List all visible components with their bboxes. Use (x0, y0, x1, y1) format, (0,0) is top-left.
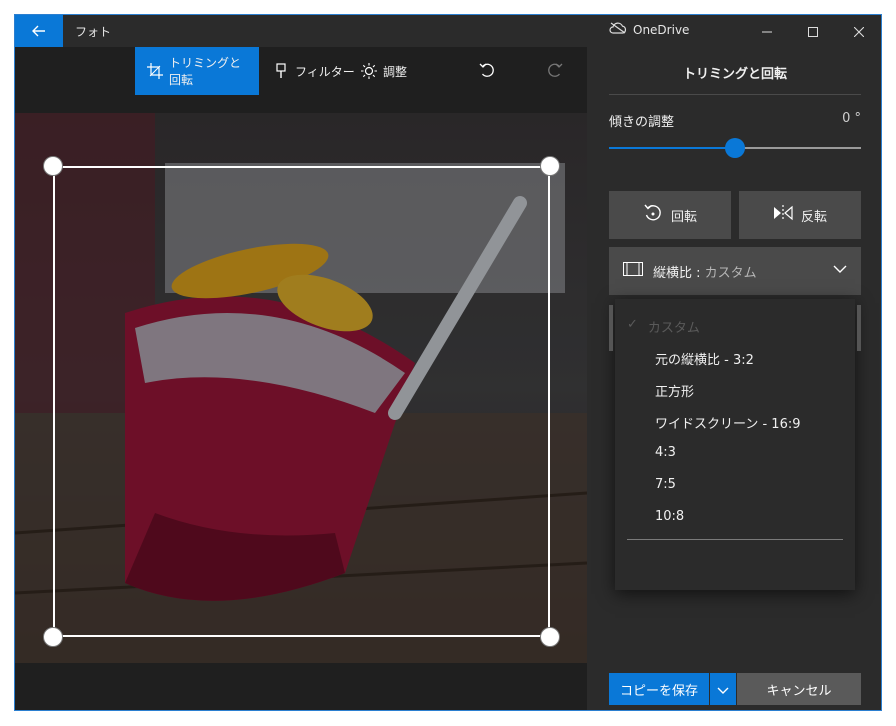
menu-item-square[interactable]: 正方形 (655, 381, 694, 400)
tab-adjust[interactable]: 調整 (349, 47, 419, 95)
menu-item-10-8[interactable]: 10:8 (655, 509, 684, 524)
menu-item-original[interactable]: 元の縦横比 - 3:2 (655, 349, 754, 368)
menu-edge-right (857, 305, 861, 351)
rotate-icon (643, 203, 663, 227)
redo-button[interactable] (535, 47, 575, 95)
menu-separator (627, 539, 843, 540)
edit-toolbar: トリミングと回転 フィルター 調整 (15, 47, 587, 95)
rotate-label: 回転 (670, 209, 697, 225)
flip-label: 反転 (800, 209, 827, 225)
aspect-ratio-value: カスタム (704, 265, 757, 281)
minimize-icon (762, 22, 772, 41)
crop-handle-bottom-left[interactable] (43, 627, 63, 647)
editor-area: トリミングと回転 フィルター 調整 (15, 47, 587, 710)
save-options-button[interactable] (710, 673, 736, 705)
tilt-label: 傾きの調整 (609, 115, 675, 130)
menu-edge-left (609, 305, 613, 351)
undo-icon (479, 63, 495, 79)
close-button[interactable] (836, 15, 881, 47)
back-arrow-icon (32, 22, 46, 41)
app-title: フォト (75, 25, 112, 39)
aspect-ratio-label: 縦横比 : (653, 265, 701, 281)
close-icon (853, 22, 865, 41)
tab-adjust-label: 調整 (383, 64, 408, 79)
menu-item-widescreen[interactable]: ワイドスクリーン - 16:9 (655, 413, 801, 432)
aspect-ratio-dropdown[interactable]: 縦横比 : カスタム (609, 247, 861, 485)
tab-filter-label: フィルター (295, 64, 355, 79)
photos-window: フォト OneDrive トリミングと回転 フィルター 調整 トリミングと回転 … (14, 14, 882, 711)
photo-canvas[interactable] (15, 113, 587, 663)
tab-crop-label: トリミングと回転 (169, 56, 242, 87)
aspect-ratio-menu: ✓ カスタム 元の縦横比 - 3:2 正方形 ワイドスクリーン - 16:9 4… (609, 299, 861, 590)
flip-button[interactable]: 反転 (739, 191, 861, 239)
panel-divider (609, 94, 861, 95)
maximize-icon (808, 22, 818, 41)
brush-icon (273, 63, 289, 79)
crop-frame[interactable] (53, 166, 550, 637)
flip-icon (773, 205, 793, 225)
onedrive-label: OneDrive (633, 22, 690, 37)
menu-item-custom-label: カスタム (647, 321, 700, 336)
tilt-slider-thumb[interactable] (725, 138, 745, 158)
crop-handle-top-right[interactable] (540, 156, 560, 176)
crop-handle-top-left[interactable] (43, 156, 63, 176)
redo-icon (547, 63, 563, 79)
menu-item-4-3[interactable]: 4:3 (655, 445, 676, 460)
maximize-button[interactable] (790, 15, 836, 47)
cloud-icon (609, 22, 627, 37)
tilt-value: 0 ° (842, 111, 861, 126)
aspect-ratio-icon (623, 262, 643, 280)
check-icon: ✓ (627, 317, 638, 332)
tilt-slider-fill (609, 147, 735, 149)
title-bar: フォト OneDrive (15, 15, 881, 47)
minimize-button[interactable] (744, 15, 790, 47)
crop-handle-bottom-right[interactable] (540, 627, 560, 647)
save-copy-button[interactable]: コピーを保存 (609, 673, 709, 705)
cancel-button[interactable]: キャンセル (737, 673, 861, 705)
brightness-icon (361, 63, 377, 79)
onedrive-status[interactable]: OneDrive (609, 22, 689, 37)
crop-icon (147, 63, 163, 79)
rotate-button[interactable]: 回転 (609, 191, 731, 239)
back-button[interactable] (15, 15, 63, 47)
chevron-down-icon (833, 263, 847, 278)
panel-title: トリミングと回転 (682, 67, 787, 82)
tilt-slider[interactable] (609, 138, 861, 158)
crop-rotate-panel: トリミングと回転 傾きの調整 0 ° 回転 反転 縦横比 : カスタム ✓ カス… (587, 47, 881, 710)
menu-item-custom[interactable]: ✓ カスタム (627, 317, 700, 336)
undo-button[interactable] (467, 47, 507, 95)
menu-item-7-5[interactable]: 7:5 (655, 477, 676, 492)
chevron-down-icon (717, 680, 729, 699)
tab-crop-rotate[interactable]: トリミングと回転 (135, 47, 259, 95)
